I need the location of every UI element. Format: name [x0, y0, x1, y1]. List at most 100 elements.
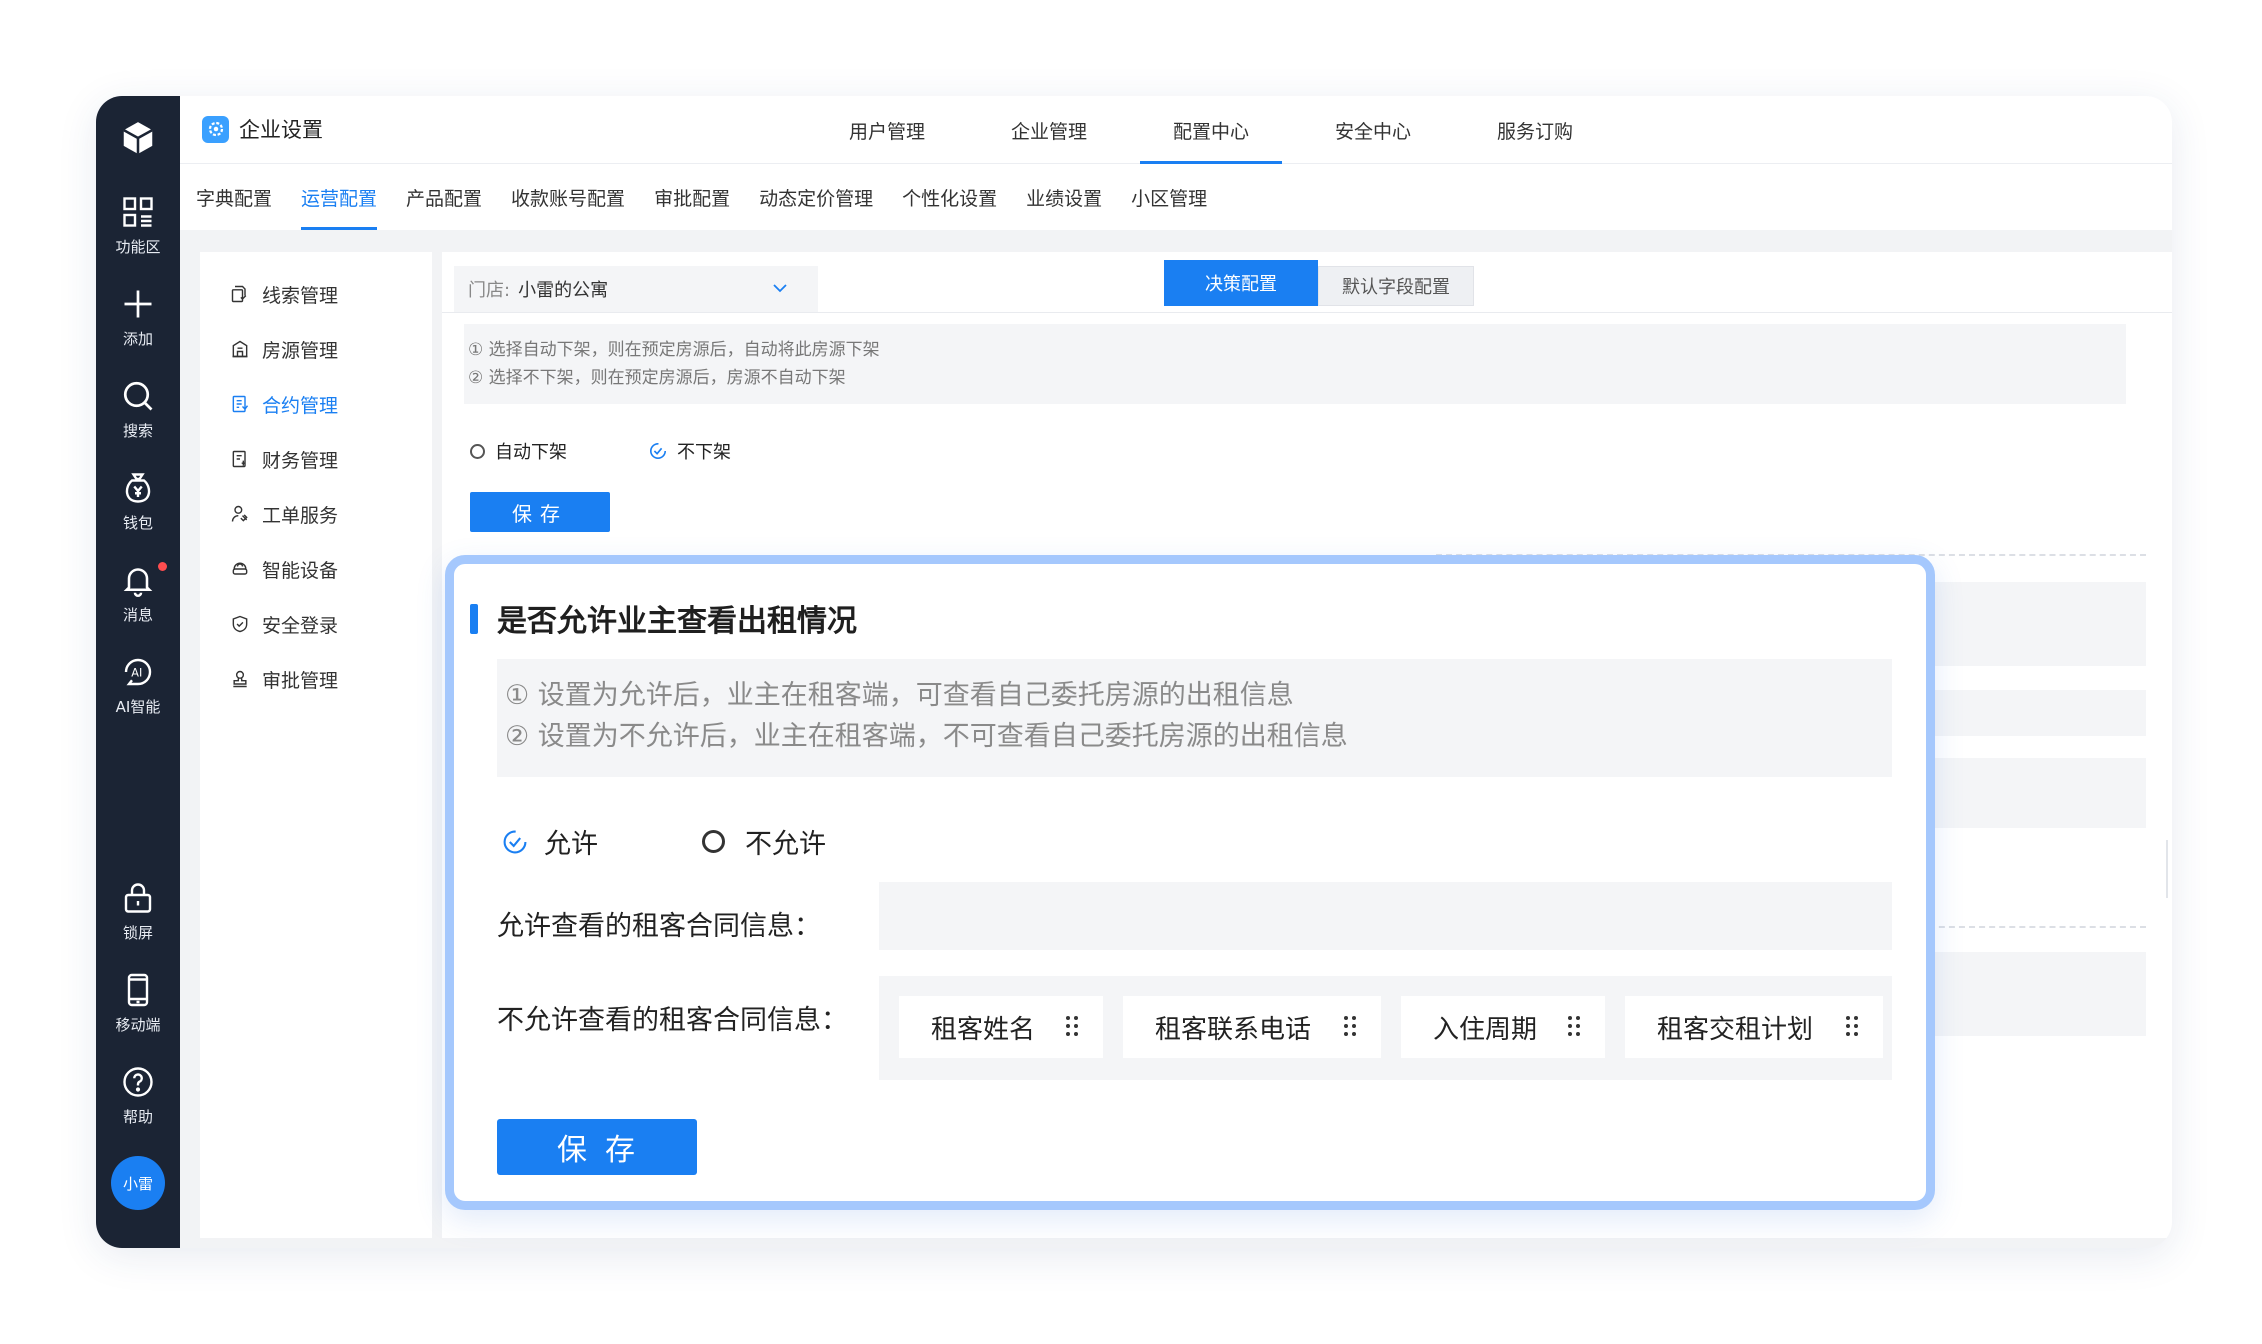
subtab-community[interactable]: 小区管理 [1131, 164, 1207, 230]
search-icon [123, 381, 153, 411]
menu-item-smart-devices[interactable]: 智能设备 [230, 552, 338, 586]
radio-auto-delist[interactable] [470, 443, 485, 459]
radio-deny[interactable] [702, 830, 725, 853]
top-header: 企业设置 用户管理 企业管理 配置中心 安全中心 服务订购 [180, 96, 2172, 164]
subtab-dynamic-pricing[interactable]: 动态定价管理 [759, 164, 873, 230]
rail-item-messages[interactable]: 消息 [96, 562, 180, 642]
tab-enterprise-management[interactable]: 企业管理 [968, 96, 1130, 164]
tab-config-center[interactable]: 配置中心 [1130, 96, 1292, 164]
hint-line: ② 设置为不允许后，业主在租客端，不可查看自己委托房源的出租信息 [505, 721, 1348, 752]
subtab-product[interactable]: 产品配置 [406, 164, 482, 230]
device-icon [232, 562, 248, 575]
chip-label: 租客姓名 [931, 1014, 1036, 1045]
chip-stay-period[interactable]: 入住周期 [1401, 996, 1605, 1058]
subtab-approval[interactable]: 审批配置 [654, 164, 730, 230]
tab-security-center[interactable]: 安全中心 [1292, 96, 1454, 164]
contract-icon [232, 395, 249, 413]
rail-item-search[interactable]: 搜索 [96, 378, 180, 458]
stamp-icon [233, 670, 247, 688]
ai-icon: AI [124, 658, 152, 686]
drag-handle-icon[interactable] [1065, 1014, 1079, 1038]
check-circle-icon[interactable] [502, 829, 528, 855]
rail-item-help[interactable]: 帮助 [96, 1064, 180, 1144]
menu-item-leads[interactable]: 线索管理 [230, 277, 338, 311]
grid-icon [123, 197, 153, 227]
bell-icon [123, 568, 153, 597]
menu-item-listings[interactable]: 房源管理 [230, 332, 338, 366]
rail-label: 移动端 [115, 1016, 161, 1034]
settings-gear-icon [202, 115, 229, 143]
menu-label: 合约管理 [262, 394, 339, 417]
rail-item-mobile[interactable]: 移动端 [96, 972, 180, 1052]
mobile-icon [127, 973, 149, 1007]
subtab-personalization[interactable]: 个性化设置 [902, 164, 997, 230]
hint-line: ② 选择不下架，则在预定房源后，房源不自动下架 [468, 368, 846, 388]
help-icon [123, 1067, 153, 1097]
drag-handle-icon[interactable] [1343, 1014, 1357, 1038]
rail-item-ai[interactable]: AI AI智能 [96, 654, 180, 734]
chevron-down-icon [773, 284, 787, 293]
decision-config-tab[interactable]: 决策配置 [1164, 260, 1318, 306]
config-segment: 决策配置 默认字段配置 [1164, 260, 1474, 306]
rail-item-lock[interactable]: 锁屏 [96, 880, 180, 960]
chip-rent-plan[interactable]: 租客交租计划 [1625, 996, 1883, 1058]
rail-label: 搜索 [122, 422, 153, 440]
menu-label: 线索管理 [262, 284, 339, 307]
radio-label: 自动下架 [495, 442, 567, 463]
scrollbar[interactable] [2166, 840, 2168, 898]
default-field-config-tab[interactable]: 默认字段配置 [1318, 266, 1474, 306]
subtab-dictionary[interactable]: 字典配置 [196, 164, 272, 230]
menu-item-work-orders[interactable]: 工单服务 [230, 497, 338, 531]
avatar[interactable]: 小雷 [111, 1156, 165, 1210]
radio-label: 不下架 [677, 442, 731, 463]
owner-view-hint: ① 设置为允许后，业主在租客端，可查看自己委托房源的出租信息 ② 设置为不允许后… [497, 659, 1892, 777]
wallet-icon [125, 473, 151, 503]
menu-label: 安全登录 [262, 614, 339, 637]
allowed-fields-dropzone[interactable] [879, 882, 1892, 950]
brand: 企业设置 [202, 112, 323, 146]
page-title: 企业设置 [239, 118, 323, 142]
rail-item-wallet[interactable]: 钱包 [96, 470, 180, 550]
menu-item-contracts[interactable]: 合约管理 [230, 387, 338, 421]
rail-label: 添加 [122, 330, 153, 348]
title-accent-bar [470, 604, 478, 634]
rail-label: 消息 [122, 606, 153, 624]
subtab-performance[interactable]: 业绩设置 [1026, 164, 1102, 230]
chip-label: 入住周期 [1433, 1014, 1538, 1045]
rail-item-functions[interactable]: 功能区 [96, 194, 180, 274]
menu-label: 审批管理 [262, 669, 339, 692]
sub-tab-bar: 字典配置 运营配置 产品配置 收款账号配置 审批配置 动态定价管理 个性化设置 … [180, 164, 2172, 230]
save-button[interactable]: 保存 [497, 1119, 697, 1175]
tab-service-subscription[interactable]: 服务订购 [1454, 96, 1616, 164]
tab-user-management[interactable]: 用户管理 [806, 96, 968, 164]
save-button[interactable]: 保存 [470, 492, 610, 532]
denied-fields-dropzone[interactable]: 租客姓名 租客联系电话 入住周期 租客交租计划 [879, 976, 1892, 1080]
rail-label: 钱包 [122, 514, 153, 532]
drag-handle-icon[interactable] [1567, 1014, 1581, 1038]
rail-item-add[interactable]: 添加 [96, 286, 180, 366]
denied-fields-label: 不允许查看的租客合同信息： [497, 1005, 848, 1036]
chip-tenant-name[interactable]: 租客姓名 [899, 996, 1103, 1058]
finance-icon [232, 450, 246, 468]
store-label: 门店: [468, 280, 511, 301]
chip-label: 租客联系电话 [1155, 1014, 1312, 1045]
menu-item-finance[interactable]: 财务管理 [230, 442, 338, 476]
zoom-card-owner-view-rental: 是否允许业主查看出租情况 ① 设置为允许后，业主在租客端，可查看自己委托房源的出… [445, 555, 1935, 1210]
menu-item-secure-login[interactable]: 安全登录 [230, 607, 338, 641]
unread-dot [158, 562, 167, 571]
section-title: 是否允许业主查看出租情况 [497, 604, 857, 639]
subtab-operations[interactable]: 运营配置 [301, 164, 378, 230]
cube-logo-icon[interactable] [96, 96, 180, 180]
rail-label: 锁屏 [122, 924, 153, 942]
plus-icon [124, 290, 152, 318]
allow-radio-group: 允许 不允许 [502, 822, 826, 861]
allowed-fields-label: 允许查看的租客合同信息： [497, 911, 821, 942]
radio-label: 不允许 [745, 829, 826, 860]
subtab-payment-account[interactable]: 收款账号配置 [511, 164, 625, 230]
store-select[interactable]: 门店: 小雷的公寓 [454, 266, 818, 312]
menu-item-approval-management[interactable]: 审批管理 [230, 662, 338, 696]
check-circle-icon[interactable] [649, 442, 667, 460]
store-value: 小雷的公寓 [518, 280, 609, 301]
chip-tenant-phone[interactable]: 租客联系电话 [1123, 996, 1381, 1058]
drag-handle-icon[interactable] [1845, 1014, 1859, 1038]
